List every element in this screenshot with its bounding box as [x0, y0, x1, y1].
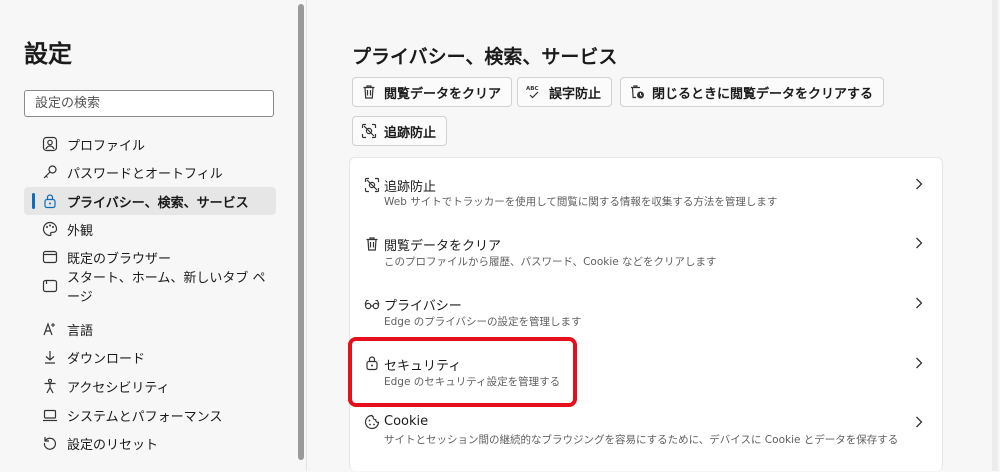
sidebar-item-label: パスワードとオートフィル — [67, 166, 223, 182]
sidebar-item-label: プロファイル — [67, 138, 146, 154]
row-description: Edge のプライバシーの設定を管理します — [384, 316, 582, 328]
typo-protection-label: 誤字防止 — [549, 86, 602, 102]
sidebar-item-label: プライバシー、検索、サービス — [67, 195, 249, 211]
sidebar-item-label: 既定のブラウザー — [67, 251, 172, 267]
sidebar-item-label: ダウンロード — [67, 351, 146, 367]
sidebar-item-label: スタート、ホーム、新しいタブ ページ — [67, 271, 266, 305]
row-description: Web サイトでトラッカーを使用して閲覧に関する情報を収集する方法を管理します — [384, 196, 778, 208]
home-page-icon — [42, 278, 58, 294]
chevron-right-icon — [916, 237, 923, 249]
sidebar-title: 設定 — [24, 40, 72, 68]
clear-on-close-button[interactable]: 閉じるときに閲覧データをクリアする — [620, 77, 885, 107]
sidebar-item-languages[interactable]: 言語 — [24, 315, 276, 343]
sidebar-item-system[interactable]: システムとパフォーマンス — [24, 401, 276, 429]
row-title: 追跡防止 — [384, 180, 437, 195]
profile-icon — [42, 136, 58, 152]
row-privacy[interactable]: プライバシー Edge のプライバシーの設定を管理します — [350, 277, 944, 335]
clear-browsing-data-button[interactable]: 閲覧データをクリア — [352, 77, 513, 107]
row-description: サイトとセッション間の継続的なブラウジングを容易にするために、デバイスに Coo… — [384, 434, 899, 446]
page-title: プライバシー、検索、サービス — [352, 46, 618, 68]
tracking-icon — [364, 177, 380, 193]
spellcheck-icon: ABC — [526, 84, 542, 100]
trash-icon — [361, 84, 377, 100]
sidebar-item-privacy[interactable]: プライバシー、検索、サービス — [24, 187, 276, 215]
download-icon — [42, 349, 58, 365]
trash-icon — [364, 236, 380, 252]
row-title: 閲覧データをクリア — [384, 239, 502, 254]
sidebar-scrollbar[interactable] — [298, 4, 304, 460]
glasses-icon — [364, 296, 380, 312]
svg-text:ABC: ABC — [526, 86, 539, 92]
row-tracking-prevention[interactable]: 追跡防止 Web サイトでトラッカーを使用して閲覧に関する情報を収集する方法を管… — [350, 158, 944, 216]
trash-clock-icon — [629, 84, 645, 100]
accessibility-icon — [42, 378, 58, 394]
browser-icon — [42, 249, 58, 265]
chevron-right-icon — [916, 357, 923, 369]
sidebar-item-label: システムとパフォーマンス — [67, 409, 223, 425]
cookie-icon — [364, 414, 380, 430]
row-title: Cookie — [384, 414, 429, 429]
sidebar-item-downloads[interactable]: ダウンロード — [24, 343, 276, 371]
lock-icon — [42, 193, 58, 209]
tracking-prevention-label: 追跡防止 — [384, 125, 437, 141]
row-clear-browsing-data[interactable]: 閲覧データをクリア このプロファイルから履歴、パスワード、Cookie などをク… — [350, 217, 944, 275]
language-icon — [42, 321, 58, 337]
sidebar-item-label: 外観 — [67, 223, 94, 239]
sidebar-item-label: 設定のリセット — [67, 437, 159, 453]
privacy-settings-card: 追跡防止 Web サイトでトラッカーを使用して閲覧に関する情報を収集する方法を管… — [349, 157, 943, 471]
clear-browsing-data-label: 閲覧データをクリア — [384, 86, 502, 102]
sidebar-item-label: アクセシビリティ — [67, 380, 170, 396]
row-cookies[interactable]: Cookie サイトとセッション間の継続的なブラウジングを容易にするために、デバ… — [350, 396, 944, 472]
sidebar-item-accessibility[interactable]: アクセシビリティ — [24, 372, 276, 400]
sidebar-item-reset[interactable]: 設定のリセット — [24, 429, 276, 457]
sidebar-item-start-home[interactable]: スタート、ホーム、新しいタブ ページ — [24, 271, 276, 305]
sidebar-item-appearance[interactable]: 外観 — [24, 215, 276, 243]
row-title: プライバシー — [384, 299, 462, 314]
key-icon — [42, 164, 58, 180]
sidebar-item-label: 言語 — [67, 323, 94, 339]
chevron-right-icon — [916, 297, 923, 309]
palette-icon — [42, 221, 58, 237]
sidebar-item-passwords[interactable]: パスワードとオートフィル — [24, 158, 276, 186]
tracking-icon — [361, 123, 377, 139]
sidebar-item-profiles[interactable]: プロファイル — [24, 130, 276, 158]
laptop-icon — [42, 407, 58, 423]
reset-icon — [42, 435, 58, 451]
main-scrollbar[interactable] — [992, 0, 998, 471]
chevron-right-icon — [916, 178, 923, 190]
settings-search-input[interactable]: 設定の検索 — [24, 90, 274, 117]
clear-on-close-label: 閉じるときに閲覧データをクリアする — [652, 86, 874, 102]
sidebar: 設定 設定の検索 プロファイル パスワードとオートフィル プライバシー、検索、サ… — [0, 0, 300, 471]
row-description: このプロファイルから履歴、パスワード、Cookie などをクリアします — [384, 256, 717, 268]
chevron-right-icon — [916, 416, 923, 428]
tracking-prevention-button[interactable]: 追跡防止 — [352, 116, 448, 146]
highlight-box — [348, 337, 577, 407]
typo-protection-button[interactable]: ABC 誤字防止 — [517, 77, 613, 107]
